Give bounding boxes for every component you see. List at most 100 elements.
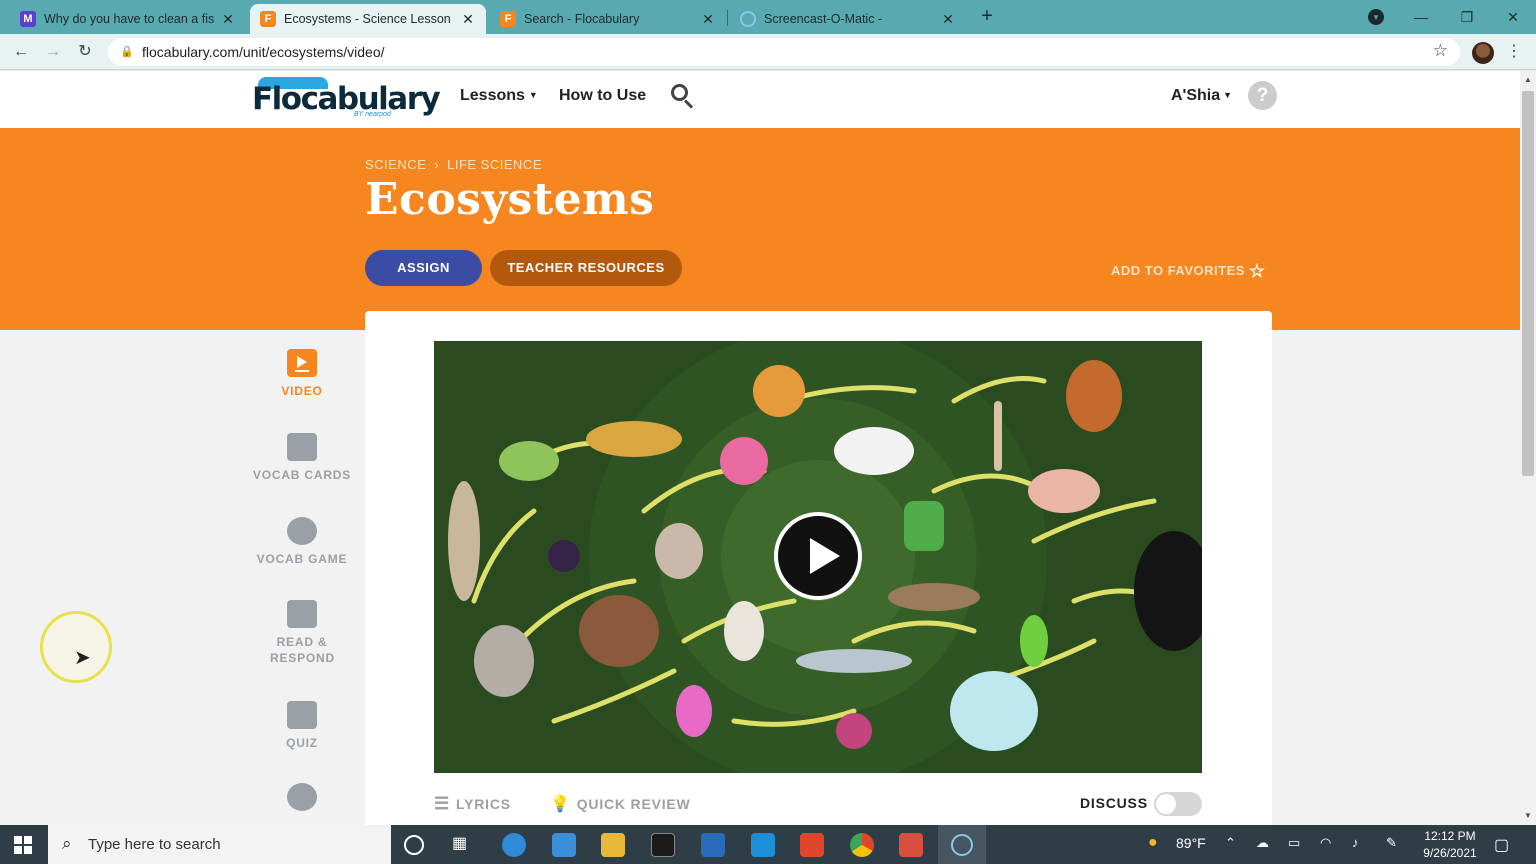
tab-favicon-icon: F (500, 11, 516, 27)
lion-icon (1066, 360, 1122, 432)
breadcrumb-chevron-icon: › (434, 157, 440, 172)
breadcrumb-life-science[interactable]: LIFE SCIENCE (447, 157, 542, 172)
help-icon[interactable]: ? (1248, 81, 1277, 110)
close-window-icon[interactable]: ✕ (1490, 9, 1536, 26)
tray-chevron-icon[interactable]: ⌃ (1225, 835, 1236, 851)
eagle-icon (724, 601, 764, 661)
tiger-icon (753, 365, 805, 417)
chrome-icon[interactable] (850, 833, 874, 857)
tab-favicon-icon: F (260, 11, 276, 27)
office-icon[interactable] (800, 833, 824, 857)
tab-favicon-icon: M (20, 11, 36, 27)
close-tab-icon[interactable]: ✕ (220, 11, 236, 28)
tab-search-icon[interactable]: ▾ (1368, 9, 1384, 25)
cortana-icon[interactable] (404, 835, 424, 855)
file-explorer-icon[interactable] (601, 833, 625, 857)
mail-icon[interactable] (552, 833, 576, 857)
browser-tab-2[interactable]: F Ecosystems - Science Lesson Pla ✕ (250, 4, 486, 34)
windows-start-icon[interactable] (14, 836, 32, 854)
onedrive-icon[interactable]: ☁ (1256, 835, 1269, 851)
page-title: Ecosystems (365, 174, 655, 225)
add-to-favorites-button[interactable]: ADD TO FAVORITES ☆ (1111, 261, 1266, 282)
lightbulb-icon: 💡 (550, 796, 571, 813)
play-button[interactable] (774, 512, 862, 600)
user-menu[interactable]: A'Shia ▼ (1171, 87, 1232, 105)
edge-icon[interactable] (502, 833, 526, 857)
video-player[interactable] (434, 341, 1202, 773)
close-tab-icon[interactable]: ✕ (460, 11, 476, 28)
microbe-icon (1020, 615, 1048, 667)
task-view-icon[interactable]: ▦ (452, 833, 476, 857)
discuss-label: DISCUSS (1080, 795, 1148, 811)
clock-time: 12:12 PM (1424, 829, 1476, 843)
app-icon[interactable] (751, 833, 775, 857)
scroll-down-icon[interactable]: ▼ (1524, 811, 1532, 820)
forward-arrow-icon[interactable]: → (42, 41, 64, 63)
page-scrollbar[interactable]: ▲ ▼ (1520, 71, 1536, 825)
tab-title: Search - Flocabulary (524, 12, 640, 26)
notifications-icon[interactable]: ▢ (1494, 835, 1509, 855)
lyrics-tab[interactable]: ☰ LYRICS (434, 794, 511, 814)
back-arrow-icon[interactable]: ← (10, 41, 32, 63)
sidenav-vocab-cards[interactable]: VOCAB CARDS (240, 433, 364, 483)
caret-down-icon: ▼ (1223, 90, 1233, 100)
browser-tab-4[interactable]: Screencast-O-Matic - ✕ (730, 4, 966, 34)
teacher-resources-button[interactable]: TEACHER RESOURCES (490, 250, 682, 286)
cards-icon (287, 433, 317, 461)
search-icon[interactable] (670, 83, 696, 109)
dell-icon[interactable] (701, 833, 725, 857)
nav-how-to-use[interactable]: How to Use (559, 87, 646, 105)
spider-icon (548, 540, 580, 572)
user-name: A'Shia (1171, 87, 1221, 104)
site-header: Flocabulary BY nearpod Lessons ▼ How to U… (0, 71, 1520, 128)
restore-icon[interactable]: ❐ (1444, 9, 1490, 26)
close-tab-icon[interactable]: ✕ (940, 11, 956, 28)
lesson-hero: SCIENCE › LIFE SCIENCE Ecosystems ASSIGN T… (0, 128, 1520, 330)
screencast-icon (951, 834, 973, 856)
search-icon: ⌕ (62, 834, 72, 853)
battery-icon[interactable]: ▭ (1288, 835, 1300, 851)
lightning-icon (287, 517, 317, 545)
profile-avatar[interactable] (1472, 42, 1494, 64)
volume-icon[interactable]: ♪ (1352, 835, 1359, 850)
list-icon: ☰ (434, 794, 451, 813)
nav-lessons[interactable]: Lessons ▼ (460, 87, 538, 105)
minimize-icon[interactable]: — (1398, 9, 1444, 25)
browser-tab-3[interactable]: F Search - Flocabulary ✕ (490, 4, 726, 34)
menu-kebab-icon[interactable]: ⋮ (1506, 41, 1522, 61)
sidenav-more[interactable] (240, 783, 364, 817)
sidenav-label: READ & RESPOND (270, 635, 335, 665)
snipping-tool-icon[interactable] (899, 833, 923, 857)
assign-button[interactable]: ASSIGN (365, 250, 482, 286)
close-tab-icon[interactable]: ✕ (700, 11, 716, 28)
bookmark-star-icon[interactable]: ☆ (1433, 41, 1448, 61)
scroll-up-icon[interactable]: ▲ (1524, 75, 1532, 84)
sidenav-quiz[interactable]: QUIZ (240, 701, 364, 751)
url-field[interactable]: 🔒 flocabulary.com/unit/ecosystems/video/… (108, 38, 1460, 66)
rose-icon (720, 437, 768, 485)
store-icon[interactable] (651, 833, 675, 857)
rabbit-icon (655, 523, 703, 579)
flocabulary-logo[interactable]: Flocabulary BY nearpod (248, 77, 441, 121)
discuss-toggle[interactable] (1154, 792, 1202, 816)
sidenav-label: VOCAB CARDS (252, 468, 352, 482)
taskbar-clock[interactable]: 12:12 PM 9/26/2021 (1420, 828, 1480, 862)
url-text[interactable]: flocabulary.com/unit/ecosystems/video/ (142, 44, 385, 60)
sidenav-label: QUIZ (286, 736, 318, 750)
quick-review-tab[interactable]: 💡 QUICK REVIEW (550, 794, 691, 814)
screencast-taskbar-item[interactable] (938, 825, 986, 864)
pen-icon[interactable]: ✎ (1386, 835, 1397, 851)
browser-tab-1[interactable]: M Why do you have to clean a fish ✕ (10, 4, 246, 34)
sidenav-read-respond[interactable]: READ & RESPOND (240, 600, 364, 666)
weather-temp[interactable]: 89°F (1176, 835, 1206, 851)
breadcrumb-science[interactable]: SCIENCE (365, 157, 426, 172)
taskbar-search[interactable]: ⌕ Type here to search (48, 825, 391, 864)
wifi-icon[interactable]: ◠ (1320, 835, 1331, 851)
favorites-label: ADD TO FAVORITES (1111, 263, 1245, 278)
new-tab-button[interactable]: + (977, 6, 997, 26)
sidenav-video[interactable]: VIDEO (240, 349, 364, 399)
scrollbar-thumb[interactable] (1522, 91, 1534, 476)
reload-icon[interactable]: ↻ (74, 41, 96, 63)
weather-icon[interactable]: ● (1148, 834, 1158, 852)
sidenav-vocab-game[interactable]: VOCAB GAME (240, 517, 364, 567)
